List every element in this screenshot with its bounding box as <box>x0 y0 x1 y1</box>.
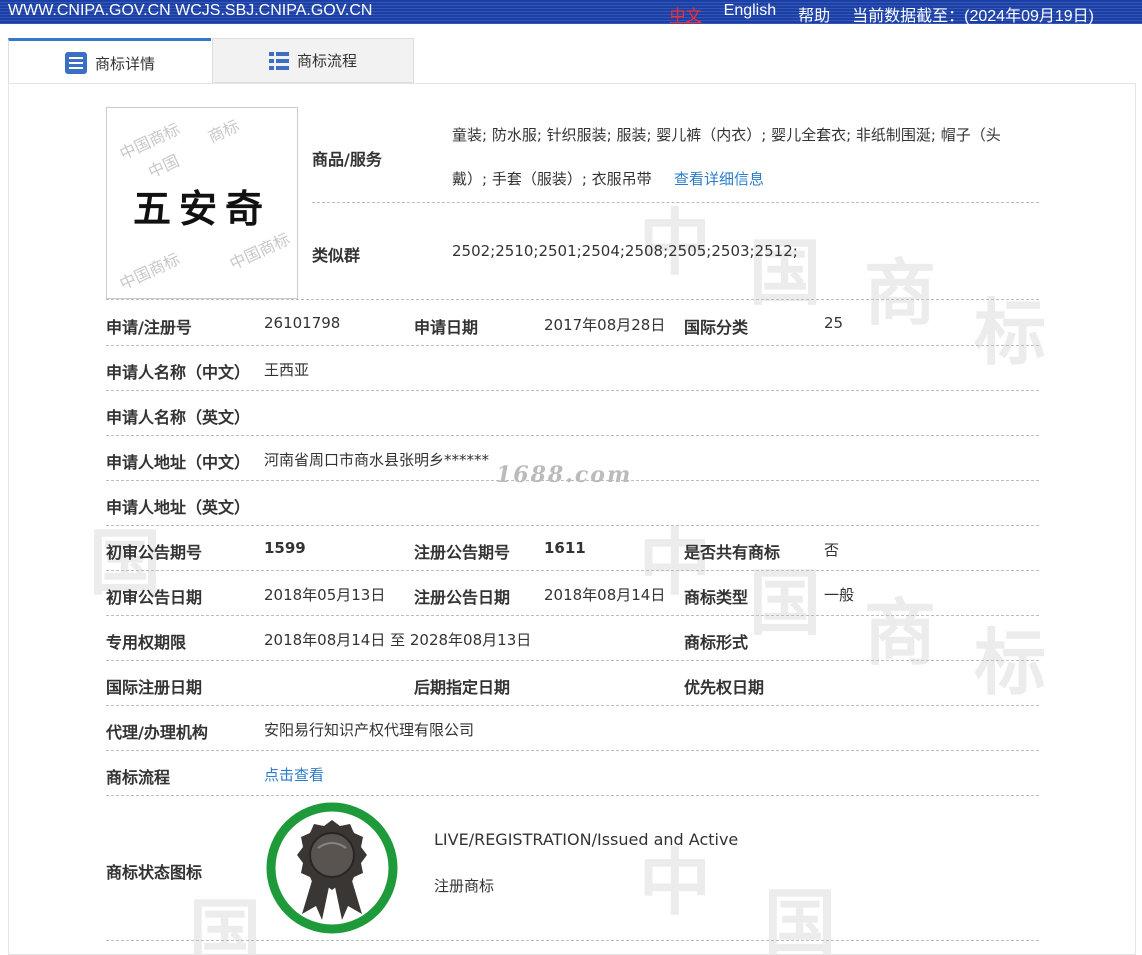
registered-status-icon <box>266 802 398 934</box>
view-flow-link[interactable]: 点击查看 <box>264 764 324 785</box>
view-details-link[interactable]: 查看详细信息 <box>674 168 764 189</box>
top-bar: WWW.CNIPA.GOV.CN WCJS.SBJ.CNIPA.GOV.CN 中… <box>0 0 1142 26</box>
similar-group-label: 类似群 <box>312 246 361 265</box>
tab-label: 商标详情 <box>94 54 155 73</box>
exclusive-value: 2018年08月14日 至 2028年08月13日 <box>264 631 532 649</box>
mark-form-label: 商标形式 <box>684 633 749 652</box>
detail-panel: 中 国 商 标 中 国 商 标 中 国 国 国 中国商标 商标 中国 中国商标 … <box>8 83 1136 955</box>
status-icon-label: 商标状态图标 <box>106 863 203 882</box>
help-link[interactable]: 帮助 <box>798 2 830 26</box>
priority-date-label: 优先权日期 <box>684 678 765 697</box>
site-watermark: 1688.com <box>496 462 633 488</box>
divider <box>106 345 1039 346</box>
flow-label: 商标流程 <box>106 768 171 787</box>
trademark-text: 五安奇 <box>132 186 271 231</box>
prelim-date-label: 初审公告日期 <box>106 588 203 607</box>
shared-label: 是否共有商标 <box>684 543 781 562</box>
reg-notice-no-label: 注册公告期号 <box>414 543 511 562</box>
agent-label: 代理/办理机构 <box>106 723 208 742</box>
lang-en-link[interactable]: English <box>724 2 776 26</box>
background-watermark: 国 <box>764 880 837 955</box>
divider <box>106 299 1039 300</box>
tab-trademark-flow[interactable]: 商标流程 <box>212 38 414 83</box>
divider <box>106 705 1039 706</box>
lang-zh-link[interactable]: 中文 <box>670 2 702 26</box>
address-en-label: 申请人地址（英文） <box>106 498 251 517</box>
list-icon <box>64 52 87 74</box>
intl-reg-date-label: 国际注册日期 <box>106 678 203 697</box>
divider <box>106 570 1039 571</box>
applicant-en-label: 申请人名称（英文） <box>106 408 251 427</box>
mark-type-label: 商标类型 <box>684 588 749 607</box>
apply-date-label: 申请日期 <box>414 318 479 337</box>
divider <box>106 390 1039 391</box>
divider <box>106 940 1039 941</box>
divider <box>106 615 1039 616</box>
reg-notice-date-label: 注册公告日期 <box>414 588 511 607</box>
background-watermark: 标 <box>974 290 1047 375</box>
status-en: LIVE/REGISTRATION/Issued and Active <box>434 830 739 849</box>
divider <box>312 202 1039 203</box>
mark-type-value: 一般 <box>824 586 855 604</box>
trademark-image: 中国商标 商标 中国 中国商标 中国商标 五安奇 <box>106 107 298 299</box>
prelim-no-label: 初审公告期号 <box>106 543 203 562</box>
address-cn-value: 河南省周口市商水县张明乡****** <box>264 451 490 469</box>
divider <box>106 660 1039 661</box>
apply-date-value: 2017年08月28日 <box>544 316 666 334</box>
address-cn-label: 申请人地址（中文） <box>106 453 251 472</box>
background-watermark: 国 <box>189 890 262 955</box>
background-watermark: 商 <box>864 590 937 675</box>
shared-value: 否 <box>824 541 840 559</box>
background-watermark: 标 <box>974 620 1047 705</box>
divider <box>106 435 1039 436</box>
exclusive-label: 专用权期限 <box>106 633 187 652</box>
similar-group-value: 2502;2510;2501;2504;2508;2505;2503;2512; <box>452 242 798 260</box>
intl-class-value: 25 <box>824 314 844 332</box>
background-watermark: 商 <box>864 250 937 335</box>
prelim-no-value: 1599 <box>264 539 306 557</box>
applicant-cn-value: 王西亚 <box>264 361 310 379</box>
reg-notice-no-value: 1611 <box>544 539 586 557</box>
background-watermark: 中 <box>639 200 712 285</box>
later-date-label: 后期指定日期 <box>414 678 511 697</box>
reg-notice-date-value: 2018年08月14日 <box>544 586 666 604</box>
grid-list-icon <box>268 51 289 70</box>
intl-class-label: 国际分类 <box>684 318 749 337</box>
divider <box>106 795 1039 796</box>
tab-label: 商标流程 <box>296 52 357 70</box>
divider <box>106 525 1039 526</box>
reg-no-label: 申请/注册号 <box>106 318 192 337</box>
status-cn: 注册商标 <box>434 877 495 895</box>
agent-value: 安阳易行知识产权代理有限公司 <box>264 721 475 739</box>
background-watermark: 国 <box>749 230 822 315</box>
prelim-date-value: 2018年05月13日 <box>264 586 386 604</box>
goods-value-cont: 戴）; 手套（服装）; 衣服吊带 <box>452 170 652 188</box>
reg-no-value: 26101798 <box>264 314 341 332</box>
goods-label: 商品/服务 <box>312 150 382 169</box>
goods-value: 童装; 防水服; 针织服装; 服装; 婴儿裤（内衣）; 婴儿全套衣; 非纸制围涎… <box>452 126 1001 144</box>
tab-trademark-detail[interactable]: 商标详情 <box>8 38 211 85</box>
site-domains: WWW.CNIPA.GOV.CN WCJS.SBJ.CNIPA.GOV.CN <box>8 2 373 19</box>
data-date: 当前数据截至：(2024年09月19日) <box>852 8 1094 25</box>
applicant-cn-label: 申请人名称（中文） <box>106 363 251 382</box>
divider <box>106 750 1039 751</box>
